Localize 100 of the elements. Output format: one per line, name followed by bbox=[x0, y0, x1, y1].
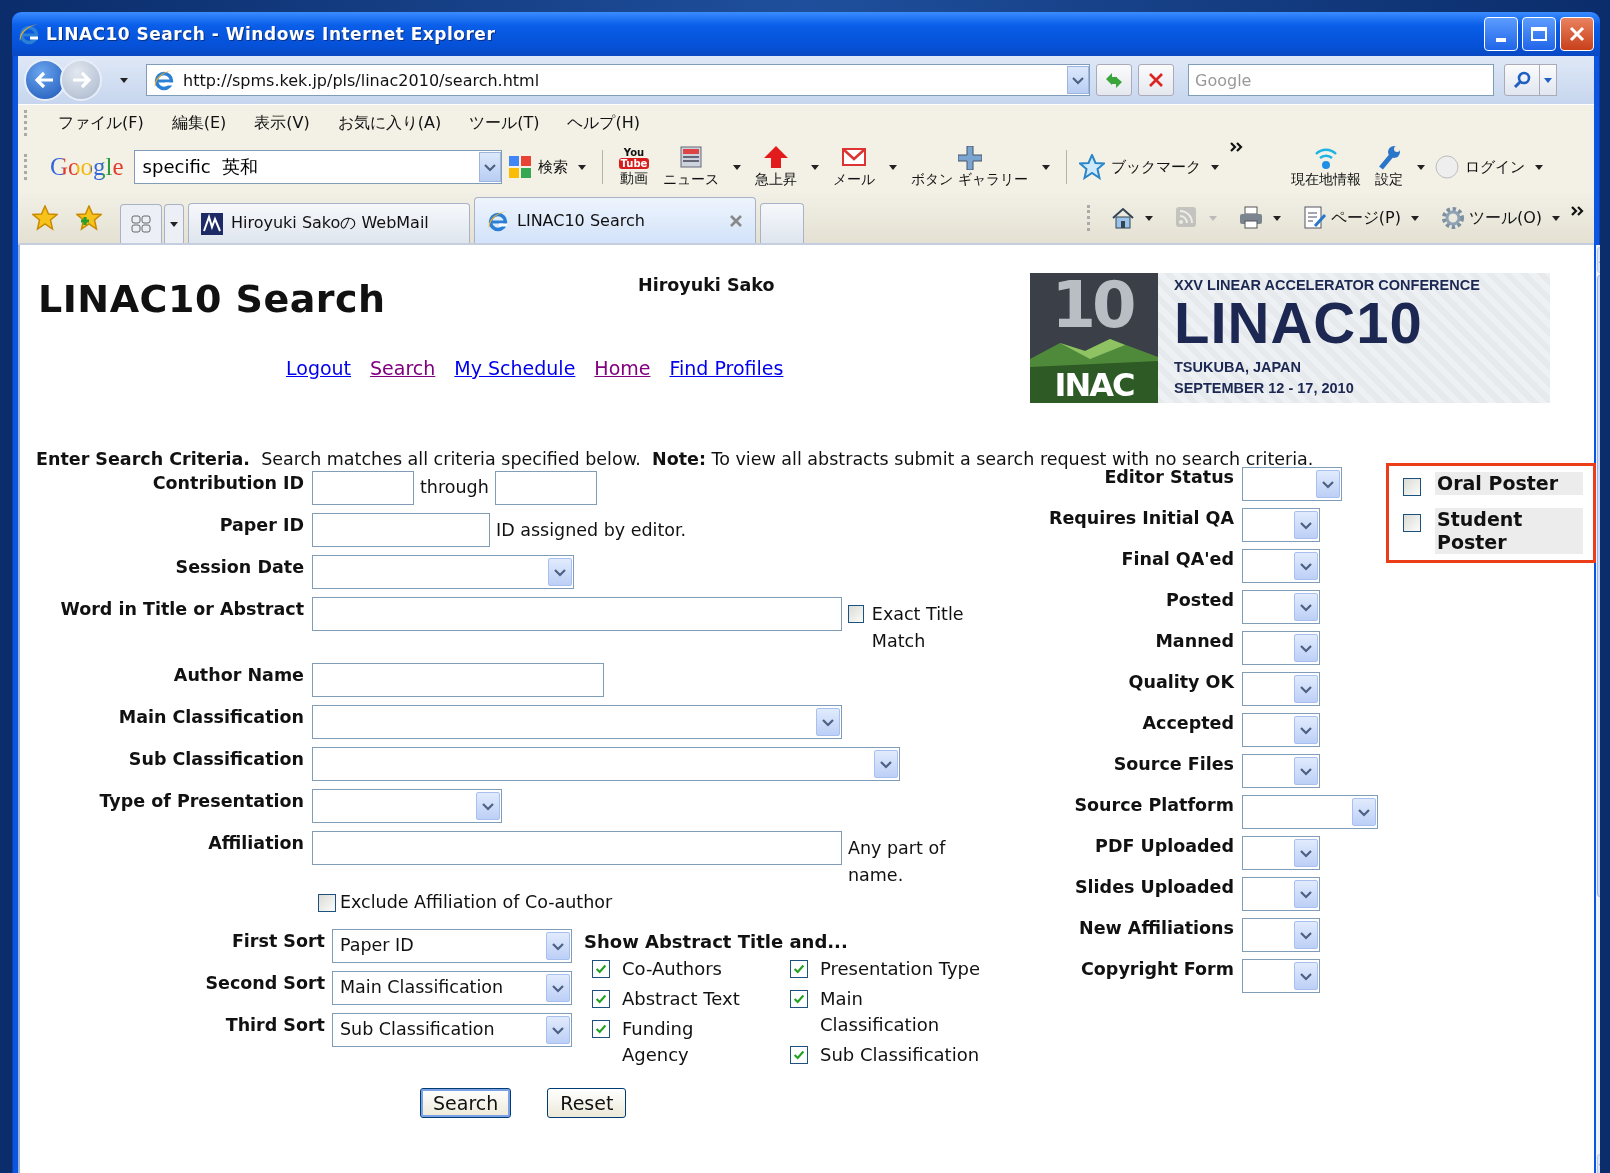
input-field[interactable] bbox=[312, 831, 842, 865]
toolbar-button[interactable]: 現在地情報 bbox=[1286, 145, 1365, 189]
dropdown[interactable] bbox=[1242, 795, 1378, 829]
toolbar-button[interactable]: ニュース bbox=[659, 145, 724, 189]
nav-link[interactable]: Find Profiles bbox=[669, 357, 784, 379]
checkbox[interactable] bbox=[1403, 478, 1421, 496]
field-label: Main Classification bbox=[117, 706, 304, 729]
caret-icon bbox=[1210, 164, 1219, 170]
menu-item[interactable]: 編集(E) bbox=[171, 112, 227, 134]
search-options-button[interactable] bbox=[1539, 64, 1557, 96]
back-arrow-icon bbox=[35, 71, 55, 89]
menu-item[interactable]: ツール(T) bbox=[469, 112, 540, 134]
checkbox[interactable] bbox=[592, 1020, 610, 1038]
dropdown[interactable] bbox=[1242, 590, 1320, 624]
more-chevron-icon[interactable] bbox=[1228, 141, 1245, 153]
form-button[interactable]: Reset bbox=[547, 1088, 627, 1118]
address-dropdown-button[interactable] bbox=[1067, 66, 1089, 94]
dropdown[interactable]: Main Classification bbox=[332, 971, 572, 1005]
checkbox[interactable] bbox=[790, 990, 808, 1008]
close-tab-icon[interactable] bbox=[729, 213, 743, 228]
checkbox[interactable] bbox=[790, 1046, 808, 1064]
nav-link[interactable]: Search bbox=[370, 357, 436, 379]
document-icon bbox=[1302, 206, 1327, 230]
dropdown[interactable] bbox=[1242, 754, 1320, 788]
stop-button[interactable] bbox=[1138, 64, 1174, 96]
dropdown[interactable] bbox=[1242, 549, 1320, 583]
input-field[interactable] bbox=[312, 597, 842, 631]
nav-link[interactable]: Logout bbox=[286, 357, 352, 379]
browser-tab[interactable]: Hiroyuki Sakoの WebMail bbox=[188, 203, 470, 243]
bookmarks-button[interactable]: ブックマーク bbox=[1078, 154, 1201, 180]
dropdown[interactable] bbox=[1242, 713, 1320, 747]
dropdown[interactable] bbox=[1242, 918, 1320, 952]
caret-icon bbox=[1208, 215, 1217, 221]
checkmark-icon bbox=[594, 1022, 608, 1036]
browser-tab[interactable]: LINAC10 Search bbox=[474, 197, 756, 243]
field-label: Slides Uploaded bbox=[1074, 877, 1234, 899]
caret-icon bbox=[1544, 77, 1552, 83]
search-field[interactable]: Google bbox=[1188, 64, 1494, 96]
caret-icon bbox=[577, 164, 586, 170]
dropdown[interactable] bbox=[312, 747, 900, 781]
toolbar-button[interactable]: You Tube 動画 bbox=[614, 146, 654, 188]
checkbox[interactable] bbox=[318, 894, 336, 912]
search-icon bbox=[1513, 71, 1531, 89]
dropdown[interactable] bbox=[1242, 467, 1342, 501]
input-field[interactable] bbox=[494, 471, 597, 505]
dropdown[interactable] bbox=[1242, 877, 1320, 911]
toolbar-button[interactable]: 急上昇 bbox=[751, 145, 802, 189]
nav-link[interactable]: My Schedule bbox=[454, 357, 576, 379]
toolbar-button[interactable]: ボタン ギャラリー bbox=[907, 145, 1032, 189]
input-field[interactable] bbox=[312, 471, 414, 505]
dropdown[interactable] bbox=[1242, 836, 1320, 870]
refresh-button[interactable] bbox=[1096, 64, 1132, 96]
checkmark-icon bbox=[792, 1048, 806, 1062]
circle-icon bbox=[1434, 155, 1459, 179]
checkbox[interactable] bbox=[790, 960, 808, 978]
dropdown[interactable] bbox=[1242, 631, 1320, 665]
dropdown[interactable]: Sub Classification bbox=[332, 1013, 572, 1047]
search-button[interactable] bbox=[1504, 64, 1540, 96]
more-chevron-icon[interactable] bbox=[1570, 205, 1586, 217]
search-dropdown-button[interactable] bbox=[478, 152, 501, 182]
close-button[interactable] bbox=[1560, 17, 1594, 51]
toolbar-button[interactable]: ツール(O) bbox=[1440, 206, 1542, 230]
checkbox[interactable] bbox=[592, 960, 610, 978]
toolbar-search-field[interactable]: specific 英和 bbox=[133, 150, 502, 184]
new-tab-button[interactable] bbox=[760, 203, 804, 243]
toolbar-button[interactable]: 設定 bbox=[1370, 145, 1407, 189]
dropdown[interactable] bbox=[1242, 959, 1320, 993]
toolbar-search-button[interactable]: 検索 bbox=[507, 155, 568, 179]
checkbox[interactable] bbox=[592, 990, 610, 1008]
dropdown[interactable] bbox=[312, 705, 842, 739]
toolbar-button[interactable] bbox=[1238, 206, 1263, 230]
chevron-down-icon bbox=[1299, 929, 1313, 941]
toolbar-button[interactable]: ページ(P) bbox=[1302, 206, 1401, 230]
form-button[interactable]: Search bbox=[420, 1088, 512, 1118]
toolbar-button[interactable]: メール bbox=[829, 145, 880, 189]
dropdown[interactable] bbox=[1242, 672, 1320, 706]
dropdown[interactable] bbox=[1242, 508, 1320, 542]
favorites-star-icon[interactable] bbox=[32, 205, 58, 231]
plus-icon bbox=[957, 145, 982, 170]
menu-item[interactable]: ヘルプ(H) bbox=[567, 112, 640, 134]
field-label: Author Name bbox=[172, 664, 304, 687]
add-favorite-icon[interactable] bbox=[76, 205, 102, 231]
input-field[interactable] bbox=[312, 663, 604, 697]
menu-item[interactable]: ファイル(F) bbox=[58, 112, 144, 134]
maximize-button[interactable] bbox=[1522, 17, 1556, 51]
menu-item[interactable]: 表示(V) bbox=[254, 112, 310, 134]
address-field[interactable]: http://spms.kek.jp/pls/linac2010/search.html bbox=[146, 64, 1090, 96]
field-label: Posted bbox=[1164, 590, 1234, 612]
checkbox[interactable] bbox=[1403, 514, 1421, 532]
nav-link[interactable]: Home bbox=[594, 357, 651, 379]
toolbar-button[interactable] bbox=[1110, 206, 1135, 230]
dropdown[interactable]: Paper ID bbox=[332, 929, 572, 963]
login-button[interactable]: ログイン bbox=[1434, 155, 1525, 179]
dropdown[interactable] bbox=[312, 789, 502, 823]
tab-list-button[interactable] bbox=[164, 204, 184, 243]
checkbox[interactable] bbox=[848, 605, 864, 623]
input-field[interactable] bbox=[312, 513, 490, 547]
minimize-button[interactable] bbox=[1484, 17, 1518, 51]
dropdown[interactable] bbox=[312, 555, 574, 589]
menu-item[interactable]: お気に入り(A) bbox=[337, 112, 442, 134]
